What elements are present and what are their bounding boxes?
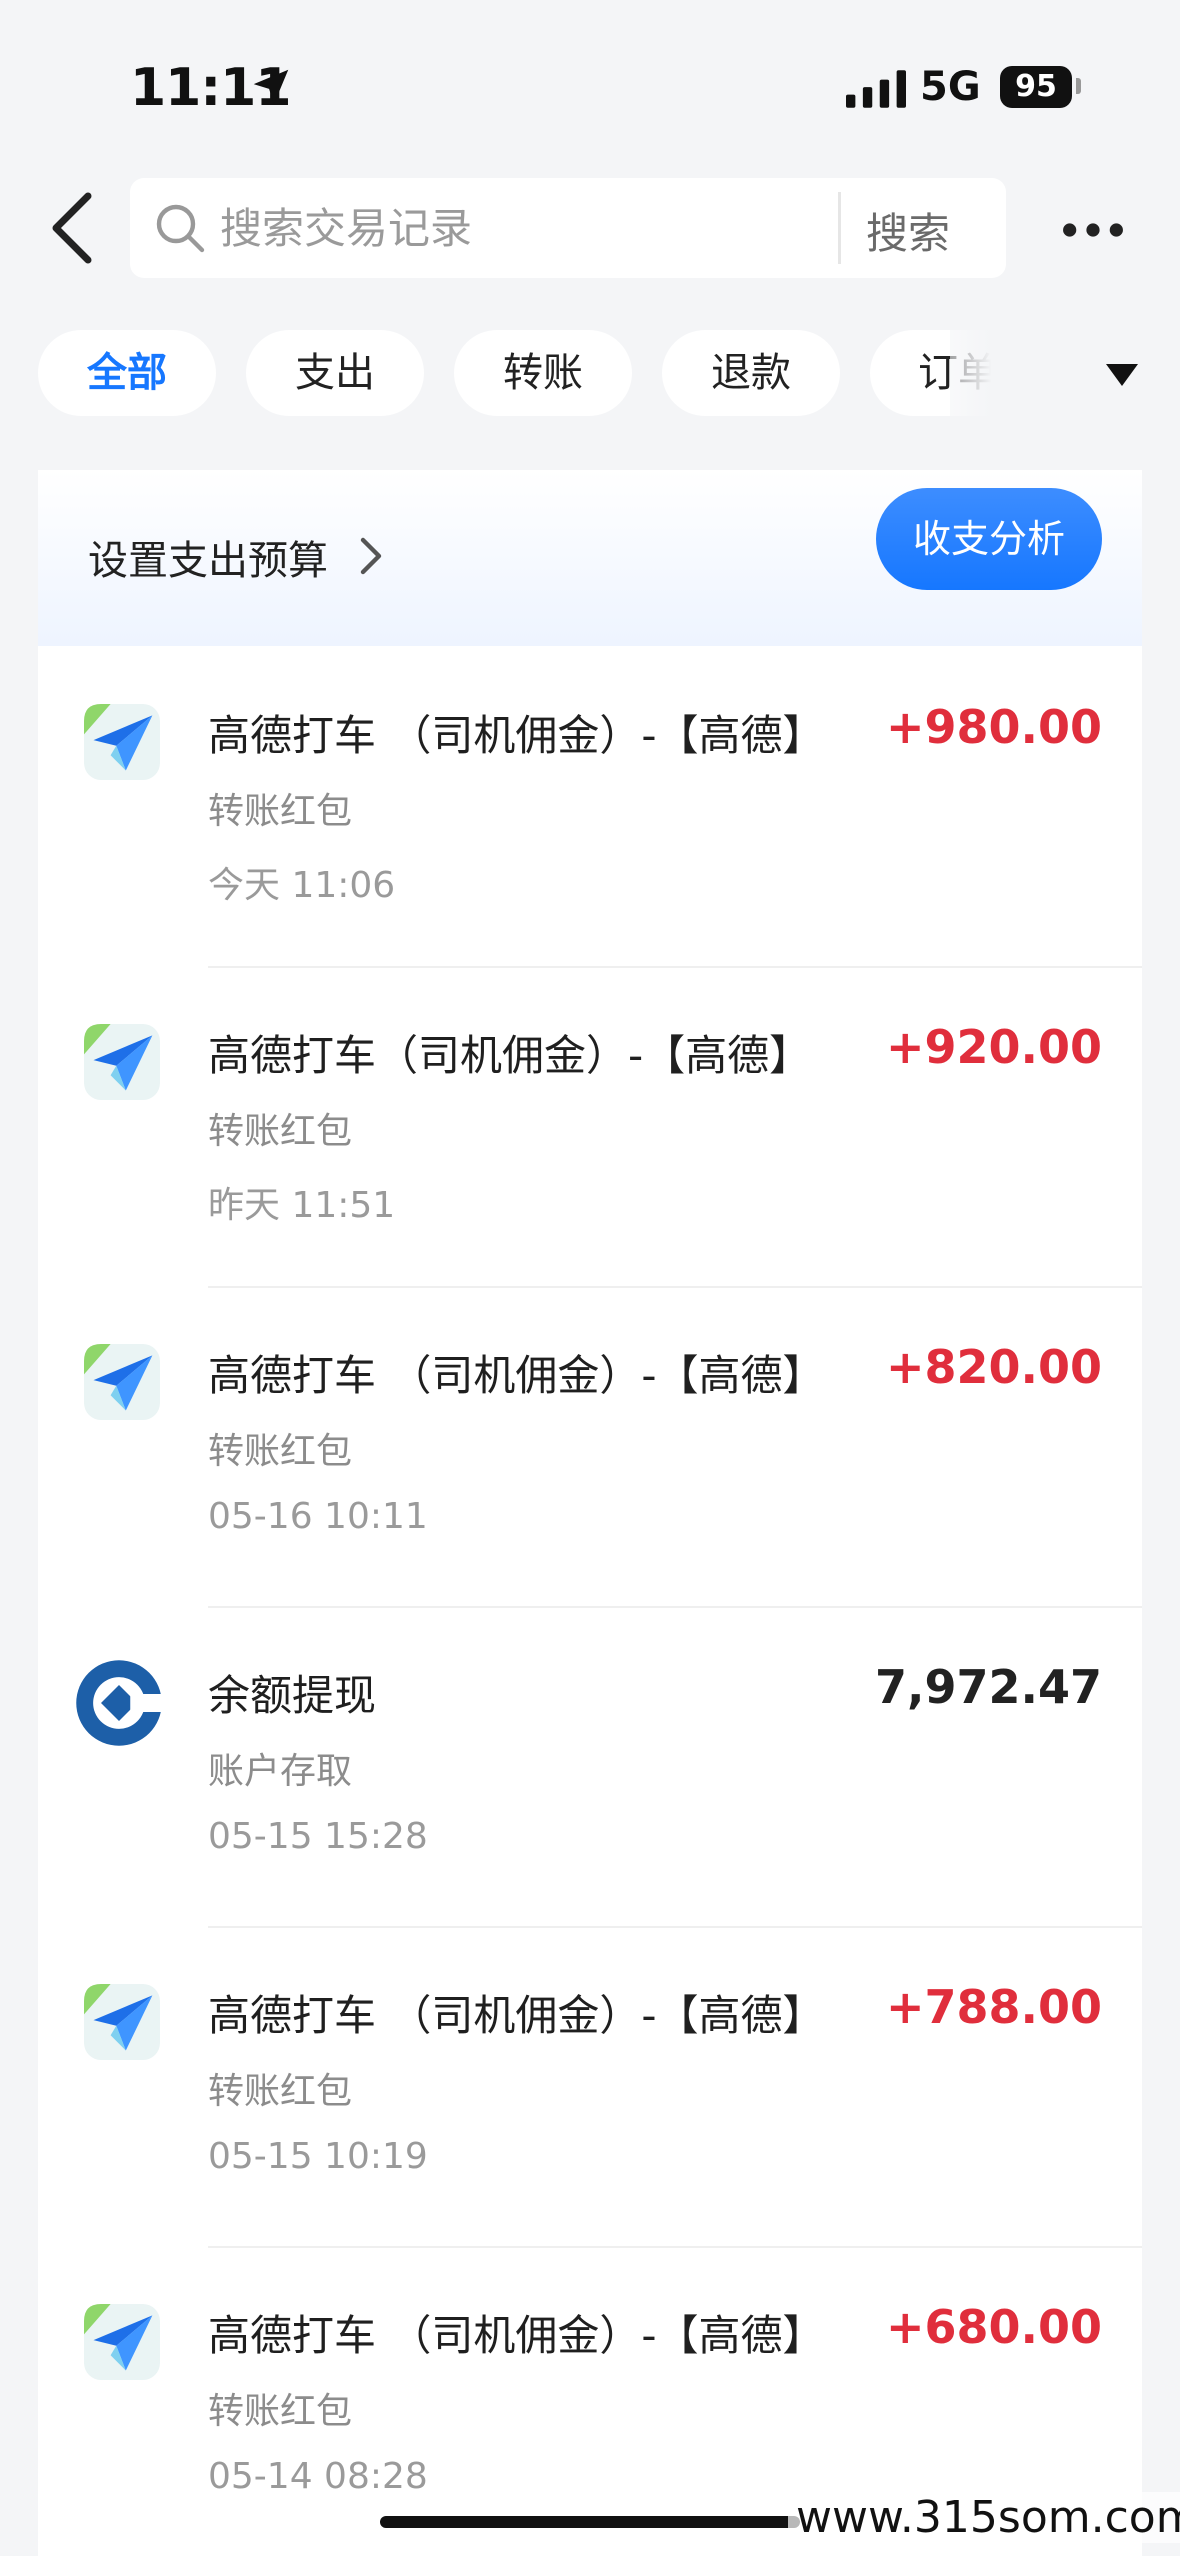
transaction-time: 今天 11:06 [208, 865, 396, 906]
back-arrow-icon[interactable] [44, 190, 100, 266]
transaction-title: 高德打车 （司机佣金）-【高德】 [208, 1991, 825, 2040]
transaction-time: 05-15 10:19 [208, 2136, 428, 2177]
transaction-row[interactable]: 高德打车 （司机佣金）-【高德】 转账红包 今天 11:06 +980.00 [38, 646, 1142, 966]
budget-card: 设置支出预算 收支分析 [38, 470, 1142, 646]
search-icon [156, 204, 205, 253]
watermark: www.315som.com [788, 2492, 1180, 2543]
row-divider [208, 1926, 1142, 1928]
income-expense-analysis-button[interactable]: 收支分析 [876, 488, 1102, 590]
transaction-row[interactable]: 高德打车 （司机佣金）-【高德】 转账红包 05-15 10:19 +788.0… [38, 1926, 1142, 2246]
chevron-right-icon[interactable] [356, 534, 386, 578]
transaction-amount: +788.00 [885, 1980, 1102, 2034]
network-label: 5G [920, 64, 981, 110]
amap-taxi-icon [84, 1024, 160, 1100]
transaction-time: 05-15 15:28 [208, 1816, 428, 1857]
transaction-category: 转账红包 [208, 1111, 353, 1152]
transaction-row[interactable]: 高德打车（司机佣金）-【高德】 转账红包 昨天 11:51 +920.00 [38, 966, 1142, 1286]
battery-level: 95 [1015, 69, 1057, 104]
transaction-title: 余额提现 [208, 1671, 377, 1720]
ccb-bank-icon [76, 1660, 164, 1746]
row-divider [208, 2246, 1142, 2248]
search-box[interactable]: 搜索 [130, 178, 1006, 278]
search-input[interactable] [220, 198, 920, 258]
transaction-amount: 7,972.47 [875, 1660, 1102, 1714]
transaction-row[interactable]: 余额提现 账户存取 05-15 15:28 7,972.47 [38, 1606, 1142, 1926]
transaction-amount: +920.00 [885, 1020, 1102, 1074]
amap-taxi-icon [84, 704, 160, 780]
filter-mask: 筛选 [950, 330, 1180, 420]
transaction-amount: +820.00 [885, 1340, 1102, 1394]
transaction-time: 昨天 11:51 [208, 1185, 396, 1226]
transaction-title: 高德打车 （司机佣金）-【高德】 [208, 2311, 825, 2360]
search-divider [838, 192, 841, 264]
tab-refund[interactable]: 退款 [662, 330, 840, 416]
row-divider [208, 1286, 1142, 1288]
transaction-title: 高德打车 （司机佣金）-【高德】 [208, 711, 825, 760]
status-bar: 11:11 5G 95 [0, 0, 1180, 160]
location-arrow-icon [253, 69, 289, 105]
amap-taxi-icon [84, 1984, 160, 2060]
transaction-row[interactable]: 高德打车 （司机佣金）-【高德】 转账红包 05-16 10:11 +820.0… [38, 1286, 1142, 1606]
search-button[interactable]: 搜索 [866, 200, 950, 261]
transaction-amount: +680.00 [885, 2300, 1102, 2354]
amap-taxi-icon [84, 1344, 160, 1420]
transaction-title: 高德打车 （司机佣金）-【高德】 [208, 1351, 825, 1400]
transaction-category: 转账红包 [208, 791, 353, 832]
transaction-title: 高德打车（司机佣金）-【高德】 [208, 1031, 812, 1080]
transaction-list: 高德打车 （司机佣金）-【高德】 转账红包 今天 11:06 +980.00 高… [38, 646, 1142, 2556]
transaction-time: 05-16 10:11 [208, 1496, 428, 1537]
home-indicator [380, 2516, 800, 2528]
signal-icon [846, 70, 906, 108]
transaction-category: 转账红包 [208, 2391, 353, 2432]
transaction-amount: +980.00 [885, 700, 1102, 754]
transaction-category: 账户存取 [208, 1751, 353, 1792]
caret-down-icon[interactable] [1104, 362, 1140, 388]
amap-taxi-icon [84, 2304, 160, 2380]
row-divider [208, 1606, 1142, 1608]
transaction-category: 转账红包 [208, 2071, 353, 2112]
tab-expense[interactable]: 支出 [246, 330, 424, 416]
tab-transfer[interactable]: 转账 [454, 330, 632, 416]
transaction-time: 05-14 08:28 [208, 2456, 428, 2497]
more-options-icon[interactable] [1058, 206, 1128, 254]
transaction-category: 转账红包 [208, 1431, 353, 1472]
filter-tabs: 全部 支出 转账 退款 订单 筛选 [0, 330, 1180, 420]
set-budget-link[interactable]: 设置支出预算 [88, 528, 328, 586]
row-divider [208, 966, 1142, 968]
tab-all[interactable]: 全部 [38, 330, 216, 416]
battery-icon: 95 [1000, 66, 1072, 108]
battery-tip [1076, 78, 1081, 94]
